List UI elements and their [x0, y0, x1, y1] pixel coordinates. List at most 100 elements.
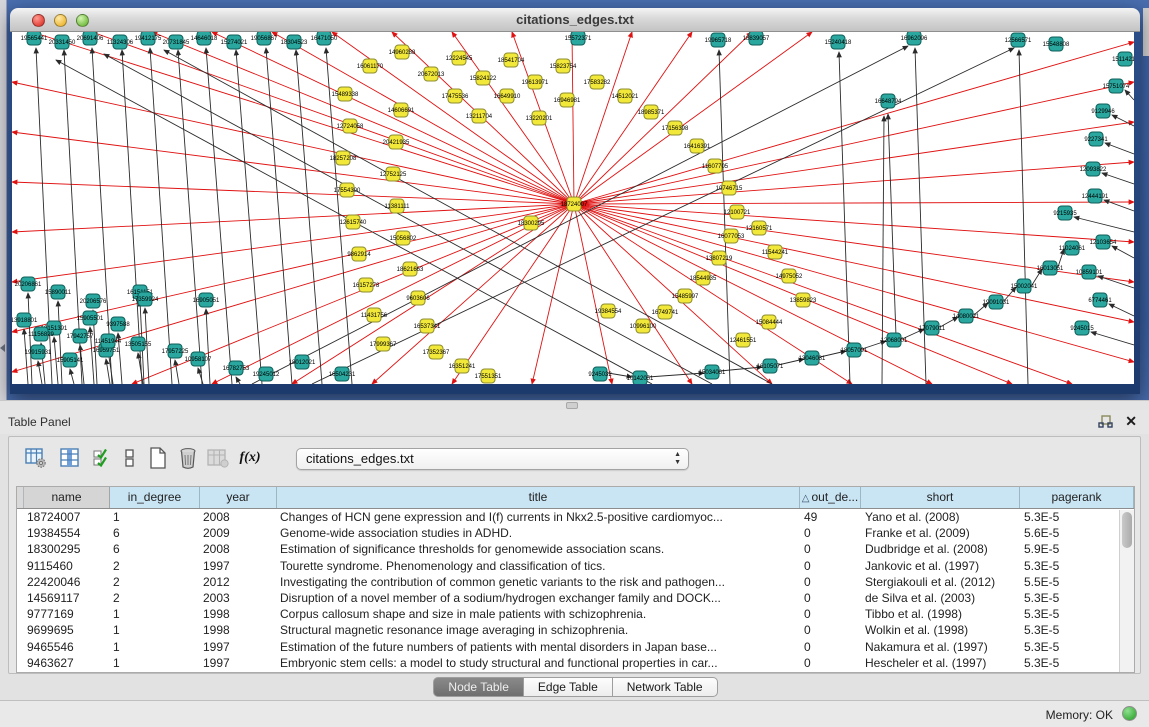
table-row[interactable]: 969969511998Structural magnetic resonanc… [17, 622, 1134, 638]
select-columns-icon[interactable] [57, 445, 83, 471]
graph-node[interactable]: 16782753 [223, 361, 250, 375]
graph-node[interactable]: 13220201 [526, 111, 553, 125]
graph-node[interactable]: 16962096 [901, 32, 928, 45]
network-canvas[interactable]: 1872400718300295193845541548933812724058… [12, 32, 1134, 384]
graph-node[interactable]: 16649910 [494, 89, 521, 103]
graph-node[interactable]: 13918801 [12, 313, 38, 327]
column-header-out_degree[interactable]: △out_de... [800, 487, 861, 508]
graph-node[interactable]: 12444191 [1082, 189, 1109, 203]
column-header-title[interactable]: title [277, 487, 800, 508]
graph-node[interactable]: 11431756 [361, 308, 388, 322]
graph-node[interactable]: 17957225 [162, 344, 189, 358]
graph-node[interactable]: 18012021 [289, 355, 316, 369]
row-height-icon[interactable] [117, 445, 143, 471]
graph-node[interactable]: 16537341 [414, 319, 441, 333]
graph-node[interactable]: 15114211 [1112, 52, 1134, 66]
table-row[interactable]: 977716911998Corpus callosum shape and si… [17, 606, 1134, 622]
graph-node[interactable]: 16013051 [1037, 261, 1064, 275]
graph-node[interactable]: 11544241 [762, 245, 789, 259]
graph-node[interactable]: 17352367 [423, 345, 450, 359]
graph-node[interactable]: 13505155 [125, 337, 152, 351]
graph-node[interactable]: 12752125 [380, 167, 407, 181]
graph-node[interactable]: 15056802 [390, 231, 417, 245]
graph-node[interactable]: 15572371 [565, 32, 592, 45]
graph-node[interactable]: 14606691 [388, 103, 415, 117]
graph-node[interactable]: 12566571 [1005, 33, 1032, 47]
graph-node[interactable]: 19056867 [251, 32, 278, 45]
graph-node[interactable]: 12160571 [746, 221, 773, 235]
graph-node[interactable]: 16416391 [684, 139, 711, 153]
table-scrollbar[interactable] [1119, 510, 1134, 672]
graph-node[interactable]: 11324306 [107, 35, 134, 49]
new-table-icon[interactable] [145, 445, 171, 471]
graph-node[interactable]: 16648794 [875, 94, 902, 108]
column-header-pagerank[interactable]: pagerank [1020, 487, 1134, 508]
graph-node[interactable]: 16749741 [652, 305, 679, 319]
graph-node[interactable]: 15890011 [45, 285, 72, 299]
table-scrollbar-thumb[interactable] [1122, 512, 1132, 548]
function-builder-icon[interactable]: f(x) [237, 445, 263, 471]
graph-node[interactable]: 9397588 [106, 317, 130, 331]
graph-node[interactable]: 18057091 [841, 343, 868, 357]
table-row[interactable]: 911546021997Tourette syndrome. Phenomeno… [17, 558, 1134, 574]
graph-node[interactable]: 12068001 [881, 333, 908, 347]
table-row[interactable]: 1872400712008Changes of HCN gene express… [17, 509, 1134, 525]
table-selector-dropdown[interactable]: citations_edges.txt ▲▼ [296, 448, 689, 470]
left-panel-edge[interactable] [0, 0, 7, 400]
panel-collapse-arrow-icon[interactable] [0, 344, 5, 352]
graph-node[interactable]: 10958107 [185, 352, 212, 366]
graph-node[interactable]: 18839057 [743, 32, 770, 45]
table-settings-icon[interactable] [23, 445, 49, 471]
table-row[interactable]: 1830029562008Estimation of significance … [17, 541, 1134, 557]
graph-node[interactable]: 12224545 [446, 51, 473, 65]
graph-node[interactable]: 15824122 [470, 71, 497, 85]
window-titlebar[interactable]: citations_edges.txt [10, 8, 1140, 32]
graph-node[interactable]: 18541704 [498, 53, 525, 67]
graph-node[interactable]: 19565441 [21, 32, 48, 45]
graph-node[interactable]: 18544935 [690, 271, 717, 285]
close-panel-icon[interactable]: ✕ [1125, 413, 1137, 430]
graph-node[interactable]: 9862914 [347, 247, 371, 261]
graph-node[interactable]: 19613971 [522, 75, 549, 89]
float-window-icon[interactable] [1098, 415, 1113, 429]
graph-node[interactable]: 19965718 [705, 33, 732, 47]
graph-node[interactable]: 19384554 [595, 304, 622, 318]
graph-node[interactable]: 17999367 [370, 337, 397, 351]
graph-node[interactable]: 14080021 [953, 309, 980, 323]
tab-network-table[interactable]: Network Table [613, 677, 718, 697]
graph-node[interactable]: 20206576 [80, 294, 107, 308]
graph-node[interactable]: 14975052 [776, 269, 803, 283]
graph-node[interactable]: 16061170 [357, 59, 384, 73]
graph-node[interactable]: 10996100 [630, 319, 657, 333]
table-row[interactable]: 1456911722003Disruption of a novel membe… [17, 590, 1134, 606]
graph-node[interactable]: 6774461 [1088, 293, 1112, 307]
graph-node[interactable]: 15823754 [550, 59, 577, 73]
graph-node[interactable]: 16946981 [554, 93, 581, 107]
graph-node[interactable]: 11381111 [385, 199, 411, 213]
import-table-icon[interactable] [205, 445, 231, 471]
graph-node[interactable]: 17156398 [662, 121, 689, 135]
graph-node[interactable]: 15905501 [77, 311, 104, 325]
column-header-name[interactable]: name [24, 487, 110, 508]
graph-node[interactable]: 16351241 [449, 359, 476, 373]
divider-resize-handle[interactable] [566, 402, 578, 409]
graph-node[interactable]: 15002041 [1011, 279, 1038, 293]
graph-node[interactable]: 17551351 [475, 369, 502, 383]
column-header-in_degree[interactable]: in_degree [110, 487, 200, 508]
table-row[interactable]: 946362711997Embryonic stem cells: a mode… [17, 655, 1134, 671]
graph-node[interactable]: 9129946 [1091, 104, 1115, 118]
graph-node[interactable]: 13211704 [466, 109, 493, 123]
graph-node[interactable]: 9245015 [1070, 321, 1094, 335]
graph-node[interactable]: 16077053 [718, 229, 745, 243]
graph-node[interactable]: 15034061 [699, 365, 726, 379]
graph-node[interactable]: 16157278 [353, 278, 380, 292]
table-row[interactable]: 946554611997Estimation of the future num… [17, 639, 1134, 655]
graph-node[interactable]: 16471050 [311, 32, 338, 45]
graph-node[interactable]: 19915931 [25, 345, 52, 359]
graph-node[interactable]: 12461551 [730, 333, 757, 347]
delete-table-icon[interactable] [175, 445, 201, 471]
select-rows-check-icon[interactable] [89, 445, 115, 471]
graph-node[interactable]: 15489338 [332, 87, 359, 101]
graph-node[interactable]: 15548808 [1043, 37, 1070, 51]
graph-node[interactable]: 18300295 [518, 216, 545, 230]
